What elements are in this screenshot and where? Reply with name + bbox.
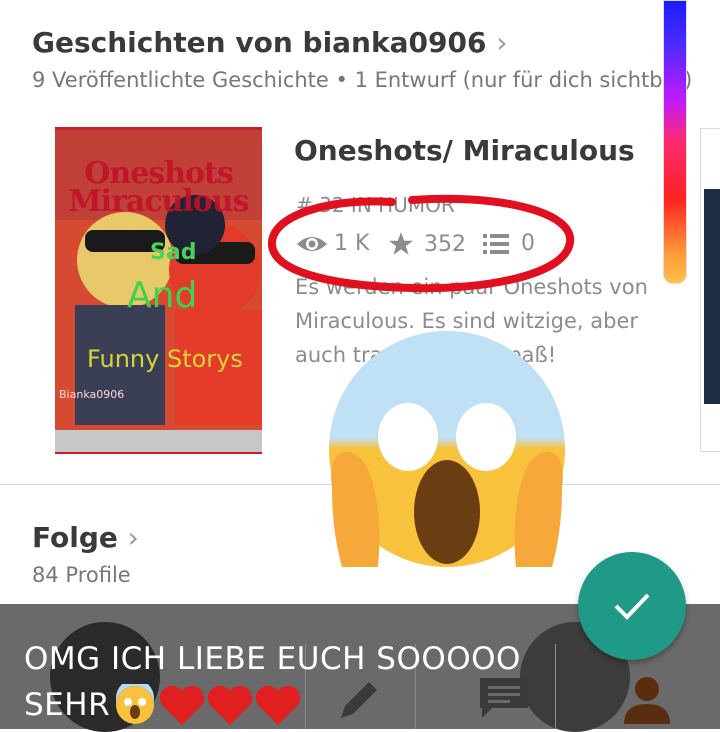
heart-icon [159,685,205,725]
overlay-caption: OMG ICH LIEBE EUCH SOOOOO SEHR [24,636,521,728]
scroll-indicator [663,0,687,284]
scream-emoji-icon [329,331,565,567]
heart-icon [255,685,301,725]
confirm-fab-button[interactable] [578,552,686,660]
stories-section-subtitle: 9 Veröffentlichte Geschichte • 1 Entwurf… [32,68,693,92]
cover-word-sad: Sad [150,240,197,265]
red-circle-annotation [268,194,575,293]
chevron-right-icon: › [127,521,139,554]
scream-emoji-small-icon [116,684,155,724]
stories-section-header[interactable]: Geschichten von bianka0906 › [32,26,507,59]
profile-icon[interactable] [620,672,674,726]
check-icon [614,593,650,620]
story-title[interactable]: Oneshots/ Miraculous [294,134,635,167]
caption-line-1: OMG ICH LIEBE EUCH SOOOOO [24,641,521,677]
following-section-header[interactable]: Folge › [32,521,139,554]
cover-word-funny: Funny Storys [87,345,243,373]
chevron-right-icon: › [496,26,508,59]
following-section-title: Folge [32,521,118,554]
next-story-card-peek[interactable] [700,128,720,452]
cover-title-text: Oneshots Miraculous [68,156,249,219]
caption-line-2: SEHR [24,687,111,723]
cover-word-and: And [127,275,198,316]
story-cover[interactable]: Oneshots Miraculous Sad And Funny Storys… [55,127,262,454]
stories-section-title: Geschichten von bianka0906 [32,26,487,59]
heart-icon [207,685,253,725]
following-section-subtitle: 84 Profile [32,563,131,587]
cover-author: Bianka0906 [59,388,125,401]
